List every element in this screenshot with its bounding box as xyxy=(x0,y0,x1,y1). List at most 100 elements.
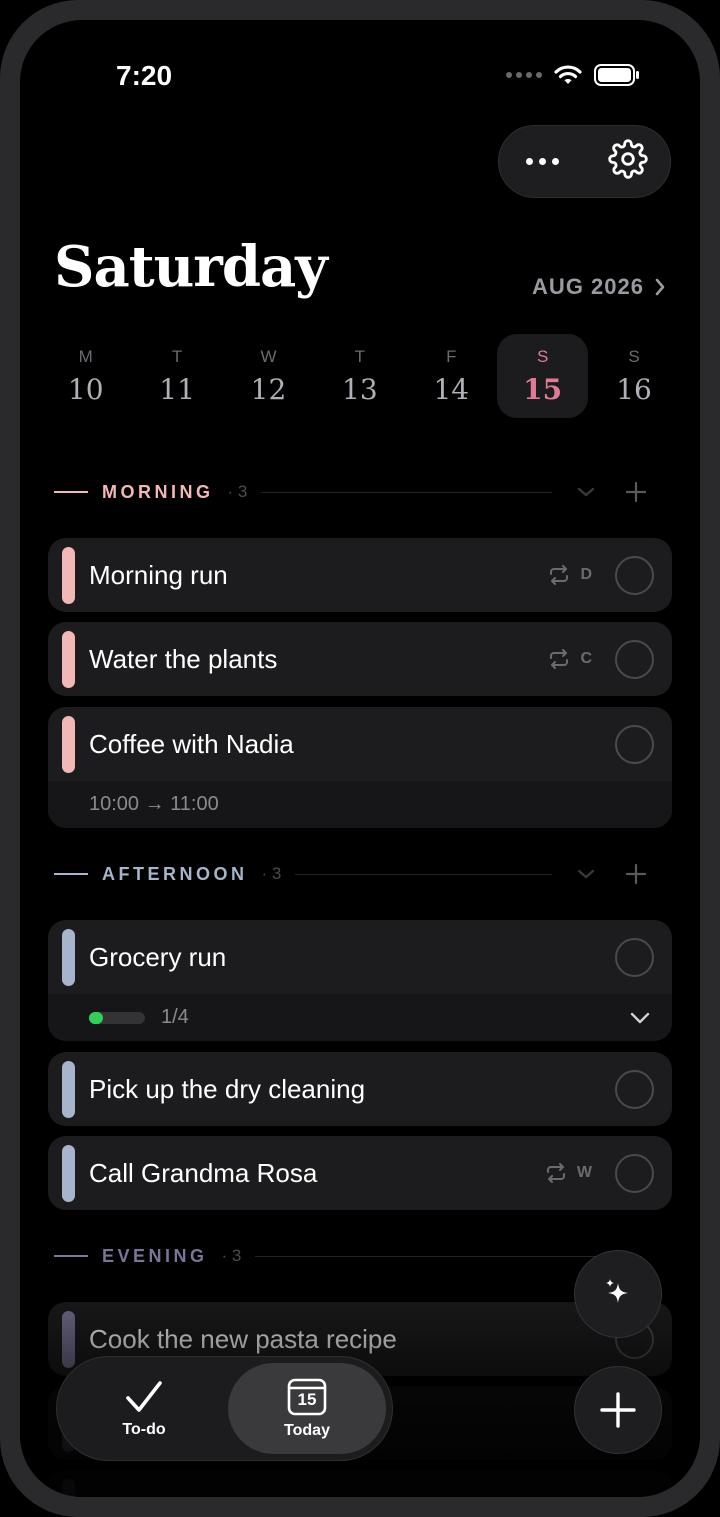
task-color-bar xyxy=(62,716,75,773)
task-title: Coffee with Nadia xyxy=(89,728,294,759)
tab-label: To-do xyxy=(122,1420,166,1438)
day-letter: S xyxy=(536,346,549,366)
subtask-progress: 1/4 xyxy=(48,994,672,1041)
day-letter: T xyxy=(354,346,366,366)
sparkle-icon xyxy=(606,1279,628,1303)
complete-checkbox[interactable] xyxy=(615,724,654,764)
day-number: 16 xyxy=(616,372,652,406)
task-card[interactable]: Water the plants C xyxy=(48,622,672,696)
divider xyxy=(295,873,552,875)
task-color-bar xyxy=(62,929,75,986)
section-accent-line xyxy=(54,873,88,875)
add-button[interactable] xyxy=(574,1366,662,1454)
status-time: 7:20 xyxy=(116,60,173,91)
complete-checkbox[interactable] xyxy=(615,1153,654,1193)
day-letter: M xyxy=(78,346,93,366)
section-label: EVENING xyxy=(102,1245,208,1266)
section-accent-line xyxy=(54,1255,88,1257)
gear-icon xyxy=(607,139,648,179)
task-card[interactable]: Pick up the dry cleaning xyxy=(48,1052,672,1126)
task-title: Call Grandma Rosa xyxy=(89,1157,318,1188)
battery-icon xyxy=(594,64,639,86)
task-card[interactable] xyxy=(48,1470,672,1497)
expand-subtasks-button[interactable] xyxy=(630,1008,650,1031)
section-label: AFTERNOON xyxy=(102,863,248,884)
top-actions xyxy=(498,125,671,198)
day-number: 14 xyxy=(433,372,470,406)
task-color-bar xyxy=(62,1145,75,1202)
task-card[interactable]: Grocery run 1/4 xyxy=(48,920,672,1041)
chevron-down-icon xyxy=(577,869,595,879)
section-count: · 3 xyxy=(261,864,282,883)
tab-today[interactable]: 15 Today xyxy=(228,1363,386,1454)
day-number: 11 xyxy=(159,372,195,406)
section-count: · 3 xyxy=(221,1246,242,1265)
repeat-indicator: C xyxy=(548,649,592,669)
settings-button[interactable] xyxy=(602,133,654,190)
section-header-morning: MORNING · 3 xyxy=(54,477,656,507)
task-color-bar xyxy=(62,1311,75,1368)
progress-label: 1/4 xyxy=(161,1006,189,1028)
calendar-day-number: 15 xyxy=(297,1389,317,1409)
task-color-bar xyxy=(62,547,75,604)
plus-icon xyxy=(625,863,647,885)
day-fri[interactable]: F 14 xyxy=(406,334,497,418)
section-label: MORNING xyxy=(102,481,214,502)
repeat-indicator: D xyxy=(548,565,592,585)
day-number: 12 xyxy=(250,372,287,406)
task-color-bar xyxy=(62,631,75,688)
chevron-right-icon xyxy=(655,278,665,296)
task-title: Morning run xyxy=(89,559,228,590)
task-card[interactable]: Morning run D xyxy=(48,538,672,612)
section-accent-line xyxy=(54,491,88,493)
complete-checkbox[interactable] xyxy=(615,937,654,977)
divider xyxy=(255,1255,642,1257)
screen: 7:20 Saturday AUG 2026 M 10 T 11 W 12 T … xyxy=(20,20,700,1497)
day-number: 13 xyxy=(342,372,378,406)
tab-bar: To-do 15 Today xyxy=(56,1356,393,1461)
collapse-button[interactable] xyxy=(566,486,606,498)
ai-assist-button[interactable] xyxy=(574,1250,662,1338)
repeat-code: D xyxy=(580,566,592,583)
month-selector[interactable]: AUG 2026 xyxy=(532,274,666,300)
complete-checkbox[interactable] xyxy=(615,555,654,595)
more-icon xyxy=(525,158,559,165)
task-card[interactable]: Call Grandma Rosa W xyxy=(48,1136,672,1210)
section-header-evening: EVENING · 3 xyxy=(54,1241,656,1271)
more-button[interactable] xyxy=(516,148,569,175)
complete-checkbox[interactable] xyxy=(615,1069,654,1109)
task-title: Water the plants xyxy=(89,643,278,674)
signal-icon xyxy=(506,72,542,78)
day-tue[interactable]: T 11 xyxy=(131,334,222,418)
tab-todo[interactable]: To-do xyxy=(65,1363,223,1454)
tab-label: Today xyxy=(284,1421,330,1439)
add-task-button[interactable] xyxy=(616,863,656,885)
device-frame: 7:20 Saturday AUG 2026 M 10 T 11 W 12 T … xyxy=(0,0,720,1517)
day-wed[interactable]: W 12 xyxy=(223,334,314,418)
repeat-indicator: W xyxy=(545,1163,592,1183)
repeat-icon xyxy=(550,565,569,585)
divider xyxy=(261,491,552,493)
calendar-icon: 15 xyxy=(287,1378,327,1416)
time-range-label: 10:00 → 11:00 xyxy=(89,793,219,815)
section-count: · 3 xyxy=(227,482,248,501)
day-thu[interactable]: T 13 xyxy=(314,334,405,418)
task-title: Cook the new pasta recipe xyxy=(89,1323,397,1354)
chevron-down-icon xyxy=(577,487,595,497)
day-letter: S xyxy=(628,346,640,366)
task-card[interactable]: Coffee with Nadia 10:00 → 11:00 xyxy=(48,707,672,828)
day-number: 15 xyxy=(523,372,563,406)
repeat-code: W xyxy=(576,1164,592,1181)
week-strip: M 10 T 11 W 12 T 13 F 14 S 15 S 16 xyxy=(40,334,680,418)
task-color-bar xyxy=(62,1061,75,1118)
day-sat-selected[interactable]: S 15 xyxy=(496,334,589,418)
collapse-button[interactable] xyxy=(566,868,606,880)
day-number: 10 xyxy=(67,372,104,406)
day-letter: W xyxy=(260,346,277,366)
day-sun[interactable]: S 16 xyxy=(588,334,679,418)
complete-checkbox[interactable] xyxy=(615,639,654,679)
add-task-button[interactable] xyxy=(616,481,656,503)
day-mon[interactable]: M 10 xyxy=(40,334,131,418)
day-letter: F xyxy=(446,346,457,366)
task-time-range: 10:00 → 11:00 xyxy=(48,781,672,828)
